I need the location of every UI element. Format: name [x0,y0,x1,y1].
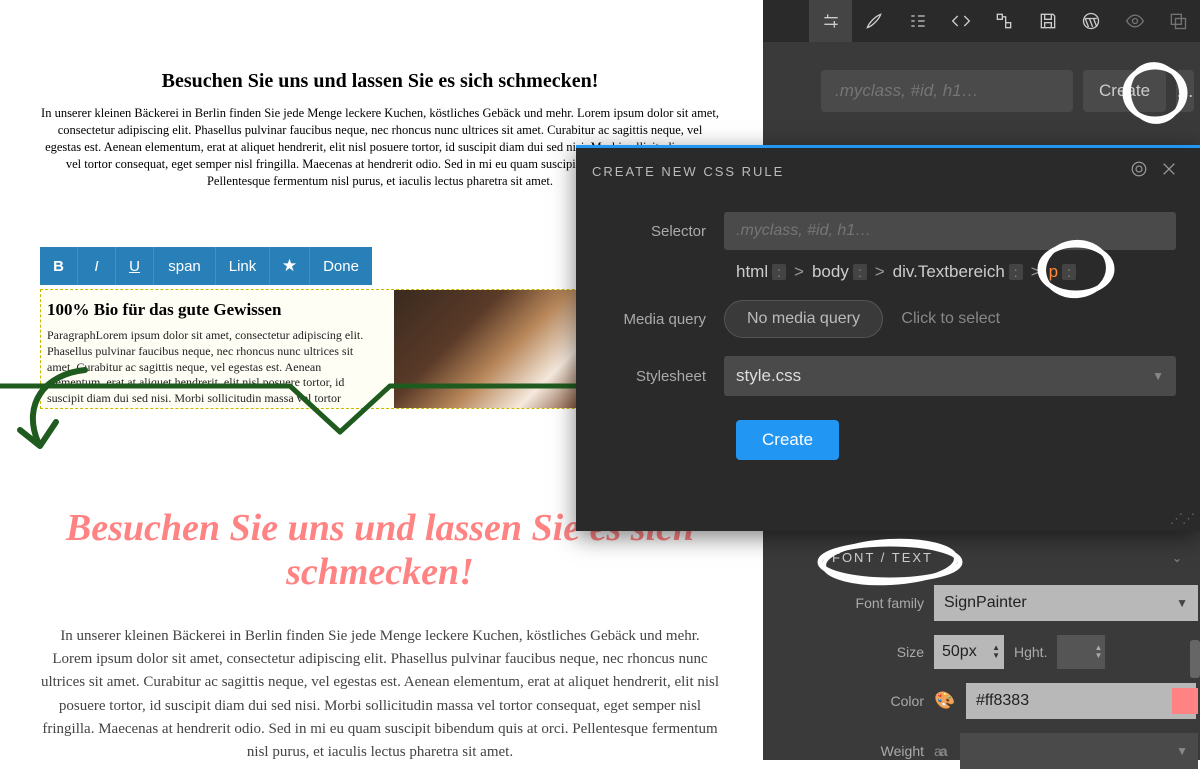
page-paragraph-2: In unserer kleinen Bäckerei in Berlin fi… [40,625,720,765]
color-input[interactable] [966,683,1196,719]
no-media-query-button[interactable]: No media query [724,300,883,338]
crumb-html[interactable]: html [736,262,768,282]
link-button[interactable]: Link [216,247,270,285]
weight-label: Weight [818,743,924,759]
color-swatch[interactable] [1172,688,1198,714]
selector-search-input[interactable] [821,70,1073,112]
tree-icon[interactable] [983,0,1026,42]
palette-icon[interactable]: 🎨 [934,691,956,711]
chevron-down-icon: ▼ [1176,744,1188,758]
font-family-label: Font family [818,595,924,611]
height-down-icon[interactable]: ▼ [1095,652,1103,660]
crumb-div-menu[interactable]: : [1009,264,1023,280]
font-family-select[interactable]: SignPainter ▼ [934,585,1198,621]
dialog-create-button[interactable]: Create [736,420,839,460]
underline-button[interactable]: U [116,247,154,285]
weight-icon: aa [934,743,946,759]
stylesheet-select[interactable]: style.css ▼ [724,356,1176,396]
font-text-header[interactable]: FONT / TEXT ⌄ [818,544,1198,571]
chevron-down-icon: ⌄ [1172,551,1184,565]
font-size-input[interactable]: 50px ▲▼ [934,635,1004,669]
font-family-value: SignPainter [944,594,1027,612]
list-icon[interactable] [896,0,939,42]
selector-breadcrumb: html: > body: > div.Textbereich: > p: [736,262,1176,282]
font-text-title: FONT / TEXT [832,550,933,565]
media-query-label: Media query [600,311,706,328]
weight-select[interactable]: ▼ [960,733,1198,769]
more-options-button[interactable]: … [1176,70,1194,112]
crumb-p-menu[interactable]: : [1062,264,1076,280]
bold-button[interactable]: B [40,247,78,285]
panel-iconbar [763,0,1200,42]
size-down-icon[interactable]: ▼ [992,652,1000,660]
dialog-title: CREATE NEW CSS RULE [592,164,784,179]
target-icon[interactable] [1124,160,1154,183]
span-button[interactable]: span [154,247,216,285]
settings-icon[interactable] [809,0,852,42]
copy-icon[interactable] [1157,0,1200,42]
save-icon[interactable] [1026,0,1069,42]
selector-create-row: Create … [821,70,1182,112]
box-paragraph[interactable]: ParagraphLorem ipsum dolor sit amet, con… [47,328,375,409]
close-icon[interactable] [1154,161,1184,182]
media-query-hint[interactable]: Click to select [901,310,1000,327]
box-heading: 100% Bio für das gute Gewissen [47,300,375,320]
favorite-button[interactable]: ★ [270,247,310,285]
color-label: Color [818,693,924,709]
chevron-down-icon: ▼ [1176,596,1188,610]
wordpress-icon[interactable] [1070,0,1113,42]
create-rule-button[interactable]: Create [1083,70,1166,112]
brush-icon[interactable] [852,0,895,42]
preview-icon[interactable] [1113,0,1156,42]
selector-input[interactable] [724,212,1176,250]
page-heading-1: Besuchen Sie uns und lassen Sie es sich … [0,70,760,93]
font-size-label: Size [818,644,924,660]
crumb-body[interactable]: body [812,262,849,282]
line-height-label: Hght. [1014,644,1047,660]
create-css-rule-dialog: CREATE NEW CSS RULE Selector html: > bod… [576,145,1200,531]
crumb-div[interactable]: div.Textbereich [893,262,1005,282]
resize-handle-icon[interactable]: ⋰⋰ [1170,511,1194,527]
line-height-input[interactable]: ▲▼ [1057,635,1105,669]
chevron-down-icon: ▼ [1152,369,1164,383]
crumb-html-menu[interactable]: : [772,264,786,280]
stylesheet-value: style.css [736,366,801,386]
selector-label: Selector [600,223,706,240]
italic-button[interactable]: I [78,247,116,285]
crumb-body-menu[interactable]: : [853,264,867,280]
font-text-section: FONT / TEXT ⌄ Font family SignPainter ▼ … [818,544,1198,769]
done-button[interactable]: Done [310,247,372,285]
code-icon[interactable] [939,0,982,42]
crumb-p[interactable]: p [1049,262,1058,282]
font-size-value: 50px [942,643,977,661]
stylesheet-label: Stylesheet [600,368,706,385]
